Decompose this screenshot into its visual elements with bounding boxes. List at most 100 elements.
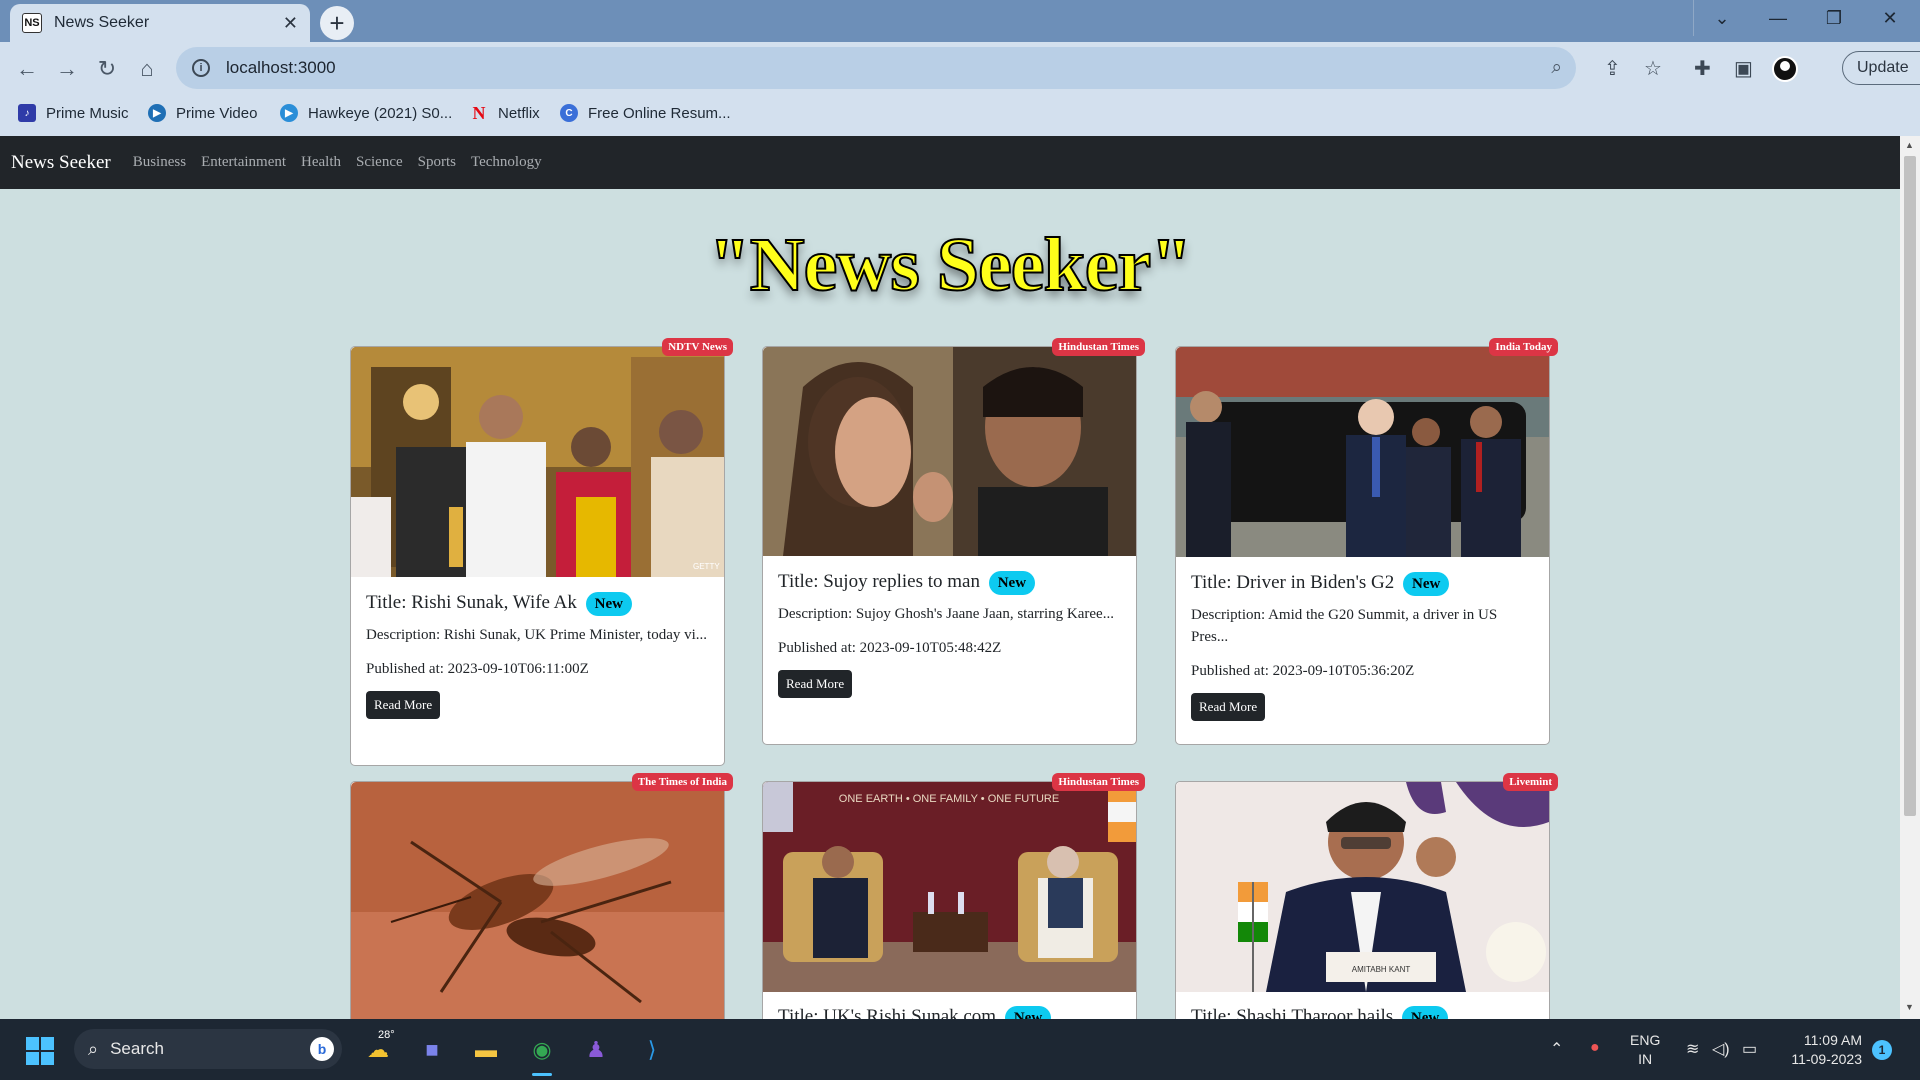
chat-icon[interactable]: ■ xyxy=(414,1032,450,1068)
bookmark-resume[interactable]: C Free Online Resum... xyxy=(560,104,731,122)
clock-date: 11-09-2023 xyxy=(1791,1051,1862,1067)
site-info-icon[interactable]: i xyxy=(192,59,210,77)
chrome-icon[interactable]: ◉ xyxy=(524,1032,560,1068)
nav-link-entertainment[interactable]: Entertainment xyxy=(201,154,286,171)
read-more-button[interactable]: Read More xyxy=(778,670,853,698)
card-title-text: Title: Sujoy replies to man xyxy=(778,571,980,592)
news-image xyxy=(1176,347,1549,557)
read-more-button[interactable]: Read More xyxy=(1191,693,1266,721)
site-brand[interactable]: News Seeker xyxy=(11,152,111,174)
resume-icon: C xyxy=(560,104,578,122)
address-bar[interactable]: i localhost:3000 ⌕ xyxy=(176,47,1576,89)
nav-link-technology[interactable]: Technology xyxy=(471,154,542,171)
network-warning-icon[interactable]: ● xyxy=(1590,1039,1600,1057)
source-badge: The Times of India xyxy=(631,773,733,791)
restore-button[interactable]: ❐ xyxy=(1806,0,1862,36)
play-icon: ▶ xyxy=(280,104,298,122)
card-published-at: Published at: 2023-09-10T06:11:00Z xyxy=(366,661,589,677)
source-badge: Livemint xyxy=(1503,773,1558,791)
card-published-at: Published at: 2023-09-10T05:36:20Z xyxy=(1191,663,1415,679)
home-icon[interactable]: ⌂ xyxy=(132,54,162,84)
url-text: localhost:3000 xyxy=(226,58,336,77)
read-more-button[interactable]: Read More xyxy=(366,691,441,719)
card-title: Title: Driver in Biden's G2 New xyxy=(1191,570,1534,596)
show-hidden-icons-chevron-icon[interactable]: ⌃ xyxy=(1550,1039,1563,1059)
card-title: Title: Sujoy replies to man New xyxy=(778,569,1121,595)
scroll-up-arrow-icon[interactable]: ▲ xyxy=(1905,140,1914,150)
page-scrollbar[interactable]: ▲ ▼ xyxy=(1900,136,1920,1019)
close-tab-icon[interactable]: ✕ xyxy=(283,13,298,34)
card-title: Title: Rishi Sunak, Wife Ak New xyxy=(366,590,709,616)
browser-tab-strip: NS News Seeker ✕ + ⌄ — ❐ ✕ xyxy=(0,0,1920,42)
bookmark-hawkeye[interactable]: ▶ Hawkeye (2021) S0... xyxy=(280,104,452,122)
news-image: AMITABH KANT xyxy=(1176,782,1549,992)
name-plate: AMITABH KANT xyxy=(1352,965,1411,974)
scrollbar-thumb[interactable] xyxy=(1904,156,1916,816)
side-panel-icon[interactable]: ▣ xyxy=(1734,56,1753,81)
extensions-icon[interactable]: ✚ xyxy=(1694,56,1711,81)
battery-icon[interactable]: ▭ xyxy=(1742,1039,1757,1059)
windows-start-icon[interactable] xyxy=(26,1037,54,1065)
browser-tab[interactable]: NS News Seeker ✕ xyxy=(10,4,310,42)
profile-avatar[interactable] xyxy=(1772,56,1798,82)
taskbar-search[interactable]: ⌕ Search b xyxy=(74,1029,342,1069)
os-taskbar: ⌕ Search b ☁ 28° ■ ▬ ◉ ♟ ⟩ ⌃ ● ENG IN ≋ … xyxy=(0,1019,1920,1080)
news-card: NDTV News GETTY Title: Rishi Sunak, Wife… xyxy=(350,338,733,766)
forward-arrow-icon[interactable]: → xyxy=(52,54,82,84)
menu-dots-icon: ⋮ xyxy=(1915,56,1920,77)
tab-search-icon[interactable]: ⌄ xyxy=(1694,0,1750,36)
taskbar-search-label: Search xyxy=(110,1039,164,1058)
reload-icon[interactable]: ↻ xyxy=(92,54,122,84)
file-explorer-icon[interactable]: ▬ xyxy=(468,1032,504,1068)
bing-icon[interactable]: b xyxy=(310,1037,334,1061)
bookmark-prime-music[interactable]: ♪ Prime Music xyxy=(18,104,129,122)
region-code: IN xyxy=(1638,1051,1653,1067)
news-card: The Times of India xyxy=(350,773,733,1041)
card-description: Description: Rishi Sunak, UK Prime Minis… xyxy=(366,627,708,643)
source-badge: NDTV News xyxy=(662,338,733,356)
image-caption: ONE EARTH • ONE FAMILY • ONE FUTURE xyxy=(839,793,1059,805)
news-card: Livemint AMITABH KANT Title: Shashi Thar… xyxy=(1175,773,1558,1041)
card-body: Title: Sujoy replies to man New Descript… xyxy=(778,569,1121,698)
clock[interactable]: 11:09 AM 11-09-2023 xyxy=(1782,1031,1862,1069)
bookmark-netflix[interactable]: N Netflix xyxy=(470,103,540,123)
new-badge: New xyxy=(1403,571,1450,596)
browser-toolbar: ← → ↻ ⌂ i localhost:3000 ⌕ ⇪ ☆ ✚ ▣ Updat… xyxy=(0,42,1920,94)
new-tab-button[interactable]: + xyxy=(320,6,354,40)
nav-link-health[interactable]: Health xyxy=(301,154,341,171)
app-icon[interactable]: ♟ xyxy=(578,1032,614,1068)
news-image xyxy=(763,347,1136,556)
minimize-button[interactable]: — xyxy=(1750,0,1806,36)
nav-link-science[interactable]: Science xyxy=(356,154,403,171)
vscode-icon[interactable]: ⟩ xyxy=(634,1032,670,1068)
update-button[interactable]: Update ⋮ xyxy=(1842,51,1920,85)
bookmark-label: Free Online Resum... xyxy=(588,104,731,122)
source-badge: Hindustan Times xyxy=(1052,338,1145,356)
bookmark-label: Prime Video xyxy=(176,104,258,122)
nav-link-sports[interactable]: Sports xyxy=(418,154,456,171)
new-badge: New xyxy=(585,591,632,616)
close-window-button[interactable]: ✕ xyxy=(1862,0,1918,36)
card-body: Title: Driver in Biden's G2 New Descript… xyxy=(1191,570,1534,721)
zoom-icon[interactable]: ⌕ xyxy=(1551,57,1562,79)
wifi-icon[interactable]: ≋ xyxy=(1686,1039,1699,1059)
bookmark-prime-video[interactable]: ▶ Prime Video xyxy=(148,104,257,122)
news-card: India Today Title: Driver in Biden's G2 … xyxy=(1175,338,1558,745)
new-badge: New xyxy=(988,570,1036,595)
search-icon: ⌕ xyxy=(88,1038,99,1059)
source-badge: India Today xyxy=(1489,338,1558,356)
back-arrow-icon[interactable]: ← xyxy=(12,54,42,84)
nav-link-business[interactable]: Business xyxy=(133,154,186,171)
bookmark-label: Prime Music xyxy=(46,104,129,122)
card-description: Description: Amid the G20 Summit, a driv… xyxy=(1191,607,1498,645)
notification-badge[interactable]: 1 xyxy=(1872,1040,1892,1060)
volume-icon[interactable]: ◁) xyxy=(1712,1039,1730,1059)
clock-time: 11:09 AM xyxy=(1803,1032,1862,1048)
share-icon[interactable]: ⇪ xyxy=(1604,56,1621,81)
language-indicator[interactable]: ENG IN xyxy=(1630,1031,1660,1069)
bookmark-star-icon[interactable]: ☆ xyxy=(1644,56,1662,81)
scroll-down-arrow-icon[interactable]: ▼ xyxy=(1905,1002,1914,1012)
weather-temp: 28° xyxy=(378,1029,395,1041)
card-body: Title: Rishi Sunak, Wife Ak New Descript… xyxy=(366,590,709,719)
card-published-at: Published at: 2023-09-10T05:48:42Z xyxy=(778,640,1002,656)
